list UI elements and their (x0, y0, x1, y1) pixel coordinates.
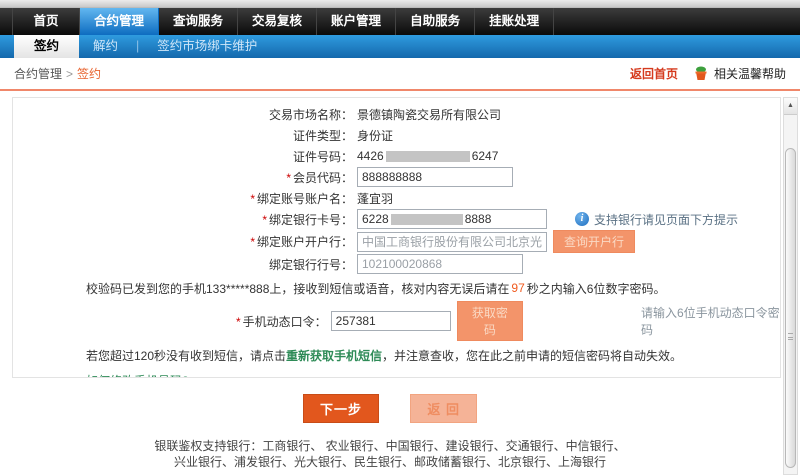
get-password-button[interactable]: 获取密码 (457, 301, 523, 341)
form-row-cert-type: 证件类型： 身份证 (13, 125, 780, 145)
otp-input[interactable] (331, 311, 451, 331)
otp-label: *手机动态口令： (13, 313, 327, 330)
warm-help-link[interactable]: 相关温馨帮助 (714, 65, 786, 82)
main-navbar: 首页 合约管理 查询服务 交易复核 账户管理 自助服务 挂账处理 (0, 8, 800, 35)
form-row-market-name: 交易市场名称： 景德镇陶瓷交易所有限公司 (13, 104, 780, 124)
sign-form-panel: 交易市场名称： 景德镇陶瓷交易所有限公司 证件类型： 身份证 证件号码： 442… (12, 97, 781, 378)
plant-pot-icon (694, 66, 708, 81)
resend-sms-notice: 若您超过120秒没有收到短信，请点击重新获取手机短信，并注意查收，您在此之前申请… (13, 344, 780, 366)
scrollbar-thumb[interactable] (785, 148, 796, 468)
info-icon: i (575, 212, 589, 226)
sms-sent-notice: 校验码已发到您的手机133*****888上，接收到短信或语音，核对内容无误后请… (13, 277, 780, 299)
supported-banks-line2: 兴业银行、浦发银行、光大银行、民生银行、邮政储蓄银行、北京银行、上海银行 (0, 454, 780, 470)
cert-no-value: 44266247 (357, 149, 498, 163)
scrollbar-grip (788, 333, 793, 340)
nav-tab-self-service[interactable]: 自助服务 (396, 8, 475, 35)
countdown-seconds: 97 (509, 281, 526, 295)
action-buttons-row: 下一步 返 回 (0, 394, 780, 423)
next-step-button[interactable]: 下一步 (303, 394, 379, 423)
market-name-label: 交易市场名称： (13, 106, 353, 123)
member-code-label: *会员代码： (13, 169, 353, 186)
nav-tab-contract-mgmt[interactable]: 合约管理 (80, 8, 159, 35)
back-home-link[interactable]: 返回首页 (630, 65, 678, 82)
form-row-card-no: *绑定银行卡号： 62288888 i 支持银行请见页面下方提示 (13, 209, 780, 229)
form-row-otp: *手机动态口令： 获取密码 请输入6位手机动态口令密码 (13, 301, 780, 341)
breadcrumb-separator: > (62, 67, 77, 81)
scrollbar-up-arrow[interactable]: ▲ (784, 98, 797, 115)
back-button[interactable]: 返 回 (410, 394, 477, 423)
nav-tab-pending-account[interactable]: 挂账处理 (475, 8, 554, 35)
subtab-cancel[interactable]: 解约 (79, 35, 132, 58)
nav-tab-trade-review[interactable]: 交易复核 (238, 8, 317, 35)
supported-banks-line1: 银联鉴权支持银行：工商银行、 农业银行、中国银行、建设银行、交通银行、中信银行、 (0, 438, 780, 454)
form-row-cert-no: 证件号码： 44266247 (13, 146, 780, 166)
subnav-separator: | (132, 35, 143, 58)
breadcrumb-row: 合约管理 > 签约 返回首页 相关温馨帮助 (0, 58, 800, 89)
breadcrumb-current: 签约 (77, 65, 101, 82)
window-top-strip (0, 0, 800, 8)
form-row-member-code: *会员代码： (13, 167, 780, 187)
bank-branch-label: *绑定账户开户行： (13, 233, 353, 250)
subtab-market-card-maintain[interactable]: 签约市场绑卡维护 (143, 35, 271, 58)
supported-banks-tip-text: 支持银行请见页面下方提示 (594, 211, 738, 228)
sub-navbar: 签约 解约 | 签约市场绑卡维护 (0, 35, 800, 58)
bank-branch-input[interactable] (357, 232, 547, 252)
supported-banks-footer: 银联鉴权支持银行：工商银行、 农业银行、中国银行、建设银行、交通银行、中信银行、… (0, 438, 780, 470)
cert-type-value: 身份证 (357, 127, 393, 144)
breadcrumb-section[interactable]: 合约管理 (14, 65, 62, 82)
change-phone-row: 如何修改手机号码? (13, 372, 780, 378)
card-no-input[interactable]: 62288888 (357, 209, 547, 229)
form-row-bank-branch: *绑定账户开户行： 查询开户行 (13, 230, 780, 253)
nav-tab-account-mgmt[interactable]: 账户管理 (317, 8, 396, 35)
form-row-bank-no: 绑定银行行号： (13, 254, 780, 274)
card-no-label: *绑定银行卡号： (13, 211, 353, 228)
change-phone-link[interactable]: 如何修改手机号码? (86, 374, 189, 378)
member-code-input[interactable] (357, 167, 513, 187)
nav-tab-query-service[interactable]: 查询服务 (159, 8, 238, 35)
vertical-scrollbar[interactable]: ▲ (783, 97, 798, 475)
otp-hint-text: 请输入6位手机动态口令密码 (641, 304, 780, 338)
cert-no-label: 证件号码： (13, 148, 353, 165)
cert-type-label: 证件类型： (13, 127, 353, 144)
query-bank-branch-button[interactable]: 查询开户行 (553, 230, 635, 253)
market-name-value: 景德镇陶瓷交易所有限公司 (357, 106, 501, 123)
bank-no-label: 绑定银行行号： (13, 256, 353, 273)
account-name-value: 蓬宜羽 (357, 190, 393, 207)
account-name-label: *绑定账号账户名： (13, 190, 353, 207)
subtab-sign[interactable]: 签约 (14, 35, 79, 58)
supported-banks-tip: i 支持银行请见页面下方提示 (575, 211, 738, 228)
bank-no-input[interactable] (357, 254, 523, 274)
orange-divider (0, 89, 800, 91)
card-no-masked-block (391, 214, 463, 225)
nav-tab-home[interactable]: 首页 (12, 8, 80, 35)
cert-no-masked-block (386, 151, 470, 162)
resend-sms-link[interactable]: 重新获取手机短信 (286, 347, 382, 364)
form-row-account-name: *绑定账号账户名： 蓬宜羽 (13, 188, 780, 208)
